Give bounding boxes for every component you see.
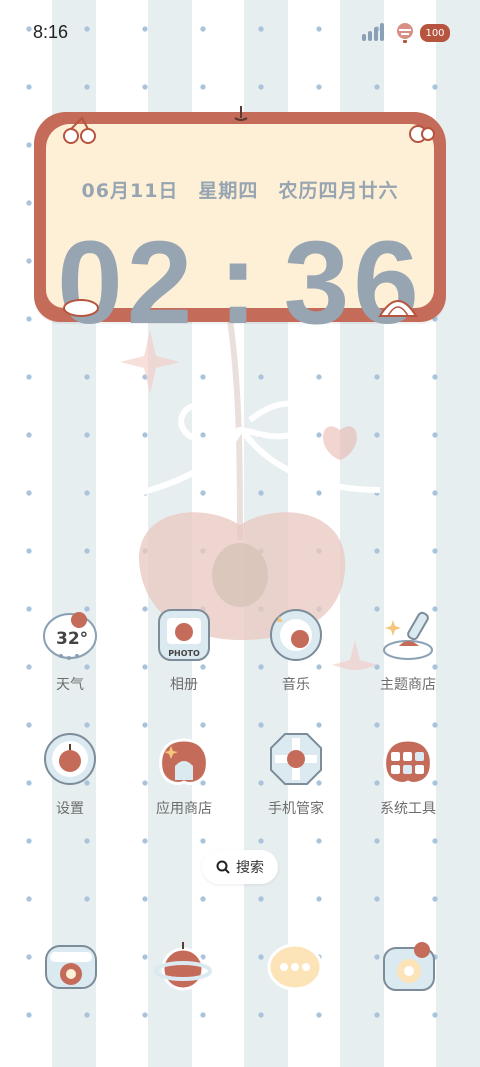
app-theme-store[interactable]: 主题商店 [354, 606, 462, 694]
app-photo-album[interactable]: PHOTO 相册 [130, 606, 238, 694]
browser-icon[interactable] [152, 936, 214, 998]
app-label-system-tools: 系统工具 [380, 801, 436, 817]
search-label: 搜索 [236, 860, 264, 876]
theme-store-icon [379, 606, 437, 664]
clock-hours: 02 [57, 217, 197, 349]
photo-badge-text: PHOTO [168, 649, 200, 658]
clock-widget[interactable]: 06月11日 星期四 农历四月廿六 02:36 [34, 106, 446, 342]
status-bar: 8:16 100 [0, 0, 480, 68]
bow-icon [63, 299, 99, 317]
weather-icon: 32° [41, 606, 99, 664]
phone-icon[interactable] [40, 936, 102, 998]
date-row: 06月11日 星期四 农历四月廿六 [46, 176, 434, 203]
wifi-icon [397, 23, 413, 43]
small-apple-icon [409, 125, 435, 143]
app-app-store[interactable]: 应用商店 [130, 730, 238, 818]
music-icon [267, 606, 325, 664]
app-label-settings: 设置 [56, 801, 84, 817]
camera-icon[interactable] [378, 936, 440, 998]
app-music[interactable]: 音乐 [242, 606, 350, 694]
cherry-icon [63, 116, 96, 144]
stem-icon [234, 106, 248, 121]
phone-manager-icon [267, 730, 325, 788]
clock-minutes: 36 [283, 217, 423, 349]
shell-icon [378, 300, 418, 317]
clock-widget-panel: 06月11日 星期四 农历四月廿六 02:36 [46, 124, 434, 342]
app-label-weather: 天气 [56, 677, 84, 693]
signal-icon [362, 23, 384, 41]
app-phone-manager[interactable]: 手机管家 [242, 730, 350, 818]
app-label-photo-album: 相册 [170, 677, 198, 693]
app-system-tools[interactable]: 系统工具 [354, 730, 462, 818]
app-weather[interactable]: 32° 天气 [16, 606, 124, 694]
lunar-date-text: 农历四月廿六 [278, 180, 399, 202]
messages-icon[interactable] [264, 936, 326, 998]
clock-colon: : [218, 217, 262, 349]
search-button[interactable]: 搜索 [202, 850, 278, 884]
system-tools-icon [379, 730, 437, 788]
search-icon [216, 860, 230, 874]
weekday-text: 星期四 [198, 180, 259, 202]
photo-album-icon: PHOTO [155, 606, 213, 664]
weather-temperature: 32° [56, 629, 88, 649]
settings-icon [41, 730, 99, 788]
app-label-theme-store: 主题商店 [380, 677, 436, 693]
app-store-icon [155, 730, 213, 788]
status-time: 8:16 [33, 22, 69, 42]
battery-icon: 100 [420, 24, 450, 42]
app-settings[interactable]: 设置 [16, 730, 124, 818]
date-text: 06月11日 [81, 180, 179, 202]
big-clock: 02:36 [46, 224, 434, 342]
app-label-app-store: 应用商店 [156, 801, 212, 817]
app-label-music: 音乐 [282, 677, 310, 693]
app-label-phone-manager: 手机管家 [268, 801, 324, 817]
